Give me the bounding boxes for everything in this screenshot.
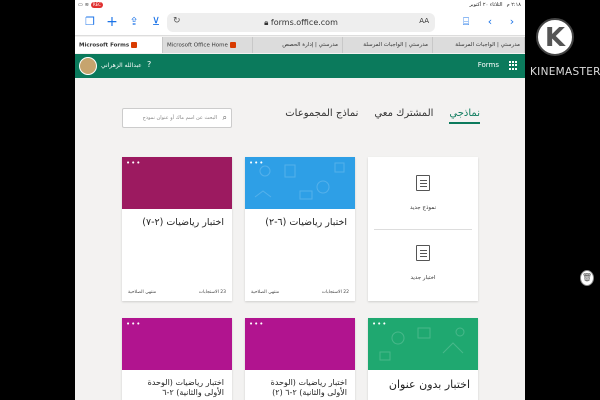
help-icon[interactable]: ? bbox=[147, 60, 151, 69]
card-header: ••• bbox=[245, 157, 355, 209]
card-header: ••• bbox=[122, 157, 232, 209]
search-input[interactable]: البحث عن اسم ماك أو عنوان نموذج ⌕ bbox=[122, 108, 232, 128]
card-responses: 22 الاستجابات bbox=[321, 290, 349, 295]
new-form-label: نموذج جديد bbox=[409, 205, 436, 211]
tab-shared-with-me[interactable]: المشترك معي bbox=[374, 108, 433, 124]
battery-icon: ▭ bbox=[78, 2, 83, 8]
status-bar: ▭ ≋ REC الثلاثاء ٢٠ أكتوبر ٢:١٨ م bbox=[75, 0, 525, 10]
tab-group-forms[interactable]: نماذج المجموعات bbox=[285, 108, 358, 124]
search-placeholder: البحث عن اسم ماك أو عنوان نموذج bbox=[142, 115, 217, 121]
main-content: نماذجي المشترك معي نماذج المجموعات البحث… bbox=[75, 78, 525, 400]
recording-badge: REC bbox=[90, 2, 103, 8]
office-icon bbox=[131, 42, 138, 48]
card-responses: 23 الاستجابات bbox=[198, 290, 226, 295]
form-card[interactable]: ••• اختبار رياضيات (٦-٢) منتهي الصلاحية … bbox=[245, 157, 355, 301]
card-header: ••• bbox=[368, 318, 478, 370]
tab-madrasati-classes[interactable]: مدرستي | إدارة الحصص bbox=[253, 37, 343, 53]
kinemaster-logo: K bbox=[536, 18, 574, 56]
search-icon[interactable]: ⌕ bbox=[223, 113, 227, 123]
card-status: منتهي الصلاحية bbox=[251, 290, 280, 295]
card-title: اختبار رياضيات (الوحدة الأولى والثانية) … bbox=[147, 378, 224, 397]
forward-icon[interactable]: › bbox=[505, 15, 519, 29]
url-value: forms.office.com bbox=[270, 18, 338, 27]
tab-label: Microsoft Office Home bbox=[167, 42, 228, 49]
form-icon bbox=[416, 175, 430, 191]
bookmarks-icon[interactable]: ⌸ bbox=[459, 15, 473, 29]
tab-microsoft-forms[interactable]: Microsoft Forms bbox=[75, 37, 163, 53]
user-name[interactable]: عبدالله الزهراني bbox=[101, 62, 142, 69]
tab-label: مدرستي | إدارة الحصص bbox=[282, 42, 338, 48]
tab-office-home[interactable]: Microsoft Office Home bbox=[163, 37, 253, 53]
kinemaster-watermark: K KINEMASTER bbox=[530, 18, 600, 96]
status-time: ٢:١٨ م bbox=[506, 2, 521, 8]
new-quiz-label: اختبار جديد bbox=[410, 275, 436, 281]
new-tab-icon[interactable]: + bbox=[105, 15, 119, 29]
watermark-text: KINEMASTER bbox=[530, 66, 600, 78]
share-icon[interactable]: ⇪ bbox=[127, 15, 141, 29]
tab-label: Microsoft Forms bbox=[79, 42, 130, 49]
tab-my-forms[interactable]: نماذجي bbox=[449, 108, 480, 124]
office-icon bbox=[229, 42, 236, 48]
more-options-icon[interactable]: ••• bbox=[126, 159, 141, 167]
card-title: اختبار بدون عنوان bbox=[388, 378, 470, 391]
form-card[interactable]: ••• اختبار رياضيات (٢-٧) منتهي الصلاحية … bbox=[122, 157, 232, 301]
new-form-button[interactable]: نموذج جديد bbox=[368, 157, 478, 229]
lock-icon: 🔒︎ bbox=[264, 18, 269, 27]
text-size-button[interactable]: AA bbox=[419, 17, 429, 25]
url-text: 🔒︎ forms.office.com bbox=[167, 18, 435, 28]
new-card: نموذج جديد اختبار جديد bbox=[368, 157, 478, 301]
form-card[interactable]: ••• اختبار رياضيات (الوحدة الأولى والثان… bbox=[245, 318, 355, 400]
more-options-icon[interactable]: ••• bbox=[249, 159, 264, 167]
quiz-icon bbox=[416, 245, 430, 261]
card-header: ••• bbox=[245, 318, 355, 370]
app-launcher-icon[interactable] bbox=[509, 61, 518, 70]
address-bar[interactable]: ↻ 🔒︎ forms.office.com AA bbox=[167, 13, 435, 32]
wifi-icon: ≋ bbox=[84, 2, 89, 8]
tab-madrasati-homework-2[interactable]: مدرستي | الواجبات المرسلة bbox=[433, 37, 525, 53]
more-options-icon[interactable]: ••• bbox=[372, 320, 387, 328]
tabs-overview-icon[interactable]: ❐ bbox=[83, 15, 97, 29]
card-header: ••• bbox=[122, 318, 232, 370]
form-card[interactable]: ••• اختبار رياضيات (الوحدة الأولى والثان… bbox=[122, 318, 232, 400]
download-icon[interactable]: ⊻ bbox=[149, 15, 163, 29]
card-title: اختبار رياضيات (الوحدة الأولى والثانية) … bbox=[270, 378, 347, 397]
more-options-icon[interactable]: ••• bbox=[249, 320, 264, 328]
card-status: منتهي الصلاحية bbox=[128, 290, 157, 295]
new-quiz-button[interactable]: اختبار جديد bbox=[368, 229, 478, 301]
screen: ▭ ≋ REC الثلاثاء ٢٠ أكتوبر ٢:١٨ م ❐ + ⇪ … bbox=[75, 0, 525, 400]
more-options-icon[interactable]: ••• bbox=[126, 320, 141, 328]
back-icon[interactable]: ‹ bbox=[483, 15, 497, 29]
tab-label: مدرستي | الواجبات المرسلة bbox=[363, 42, 428, 48]
tab-madrasati-homework-1[interactable]: مدرستي | الواجبات المرسلة bbox=[343, 37, 433, 53]
avatar[interactable] bbox=[79, 57, 97, 75]
tab-strip: Microsoft Forms Microsoft Office Home مد… bbox=[75, 37, 525, 53]
card-title: اختبار رياضيات (٦-٢) bbox=[265, 217, 347, 228]
form-card[interactable]: ••• اختبار بدون عنوان bbox=[368, 318, 478, 400]
card-title: اختبار رياضيات (٢-٧) bbox=[142, 217, 224, 228]
browser-toolbar: ❐ + ⇪ ⊻ ↻ 🔒︎ forms.office.com AA ⌸ ‹ › bbox=[75, 10, 525, 36]
forms-header: عبدالله الزهراني ? Forms bbox=[75, 54, 525, 78]
tab-label: مدرستي | الواجبات المرسلة bbox=[455, 42, 520, 48]
pivot-tabs: نماذجي المشترك معي نماذج المجموعات bbox=[285, 108, 480, 124]
trash-icon[interactable]: 🗑︎ bbox=[580, 270, 594, 286]
status-date: الثلاثاء ٢٠ أكتوبر bbox=[469, 2, 503, 8]
app-name[interactable]: Forms bbox=[478, 61, 499, 69]
